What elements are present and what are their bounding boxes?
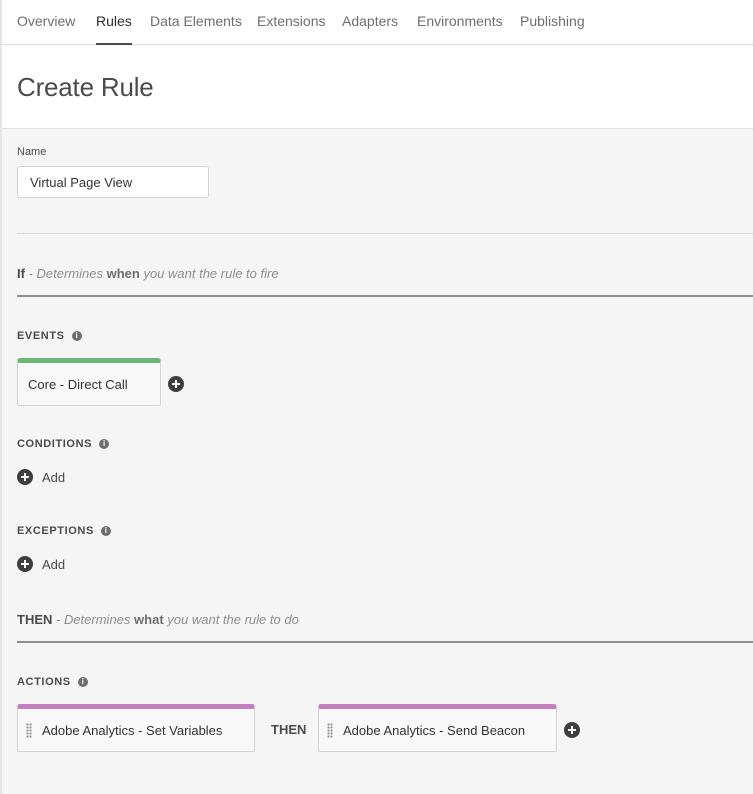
top-navigation: Overview Rules Data Elements Extensions … bbox=[2, 0, 753, 45]
tab-rules[interactable]: Rules bbox=[96, 13, 132, 45]
action-card-label: Adobe Analytics - Set Variables bbox=[42, 722, 223, 738]
plus-circle-icon bbox=[17, 469, 33, 485]
tab-environments[interactable]: Environments bbox=[417, 13, 503, 45]
action-card-label: Adobe Analytics - Send Beacon bbox=[343, 722, 526, 738]
events-label-text: EVENTS bbox=[17, 330, 65, 342]
plus-circle-icon bbox=[17, 556, 33, 572]
then-section-heading: THEN - Determines what you want the rule… bbox=[17, 612, 299, 627]
info-icon[interactable]: i bbox=[100, 526, 111, 536]
action-card-send-beacon[interactable]: Adobe Analytics - Send Beacon bbox=[318, 704, 557, 752]
add-exception-label: Add bbox=[42, 556, 66, 572]
actions-then-separator: THEN bbox=[271, 722, 307, 737]
if-emphasis: when bbox=[106, 266, 140, 281]
event-card-core-direct-call[interactable]: Core - Direct Call bbox=[17, 358, 161, 406]
tab-publishing[interactable]: Publishing bbox=[520, 13, 585, 45]
then-emphasis: what bbox=[134, 612, 164, 627]
if-text-suffix: you want the rule to fire bbox=[139, 266, 279, 281]
add-event-plus-icon[interactable] bbox=[168, 376, 184, 392]
actions-label-text: ACTIONS bbox=[17, 676, 71, 688]
conditions-label-text: CONDITIONS bbox=[17, 438, 93, 450]
tab-data-elements[interactable]: Data Elements bbox=[150, 13, 242, 45]
add-condition-button[interactable]: Add bbox=[17, 469, 65, 485]
drag-handle-icon[interactable] bbox=[327, 722, 333, 738]
if-keyword: If bbox=[17, 266, 25, 281]
events-label: EVENTS i bbox=[17, 330, 82, 342]
add-action-plus-icon[interactable] bbox=[564, 722, 580, 738]
add-exception-button[interactable]: Add bbox=[17, 556, 65, 572]
conditions-label: CONDITIONS i bbox=[17, 438, 110, 450]
tab-extensions[interactable]: Extensions bbox=[257, 13, 325, 45]
page-header: Create Rule bbox=[2, 46, 753, 129]
if-text-prefix: - Determines bbox=[24, 266, 107, 281]
divider bbox=[17, 233, 753, 234]
info-icon[interactable]: i bbox=[99, 439, 110, 449]
info-icon[interactable]: i bbox=[77, 677, 88, 687]
name-field-label: Name bbox=[17, 146, 47, 158]
tab-overview[interactable]: Overview bbox=[17, 13, 75, 45]
actions-label: ACTIONS i bbox=[17, 676, 88, 688]
drag-handle-icon[interactable] bbox=[26, 722, 32, 738]
exceptions-label: EXCEPTIONS i bbox=[17, 525, 111, 537]
page-title: Create Rule bbox=[17, 72, 154, 102]
exceptions-label-text: EXCEPTIONS bbox=[17, 525, 94, 537]
then-text-suffix: you want the rule to do bbox=[163, 612, 299, 627]
if-section-heading: If - Determines when you want the rule t… bbox=[17, 266, 279, 281]
event-card-label: Core - Direct Call bbox=[28, 376, 128, 392]
rule-editor-page: Overview Rules Data Elements Extensions … bbox=[0, 0, 753, 794]
add-condition-label: Add bbox=[42, 469, 66, 485]
action-card-set-variables[interactable]: Adobe Analytics - Set Variables bbox=[17, 704, 255, 752]
then-keyword: THEN bbox=[17, 612, 53, 627]
if-section-divider bbox=[17, 295, 753, 297]
rule-name-input[interactable] bbox=[17, 166, 209, 198]
tab-adapters[interactable]: Adapters bbox=[342, 13, 398, 45]
then-section-divider bbox=[17, 641, 753, 643]
info-icon[interactable]: i bbox=[71, 331, 82, 341]
then-text-prefix: - Determines bbox=[52, 612, 135, 627]
